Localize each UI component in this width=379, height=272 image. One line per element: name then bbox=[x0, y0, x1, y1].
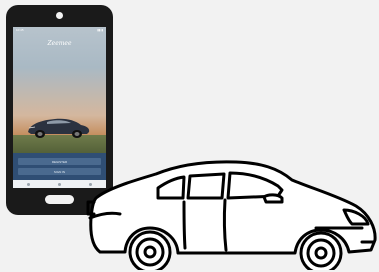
home-icon[interactable] bbox=[27, 182, 30, 186]
camera-icon bbox=[56, 12, 63, 19]
home-button[interactable] bbox=[45, 195, 74, 204]
car-photo bbox=[28, 118, 90, 138]
car-icon bbox=[86, 160, 377, 270]
car-icon[interactable] bbox=[58, 182, 61, 186]
status-icons: ▮▮ ▮ bbox=[97, 27, 103, 32]
status-bar: 10:45 ▮▮ ▮ bbox=[13, 27, 106, 32]
app-logo: Zeemee bbox=[47, 40, 72, 47]
status-time: 10:45 bbox=[16, 27, 24, 32]
page: 10:45 ▮▮ ▮ Zeemee REGISTER SIGN IN bbox=[0, 0, 379, 272]
